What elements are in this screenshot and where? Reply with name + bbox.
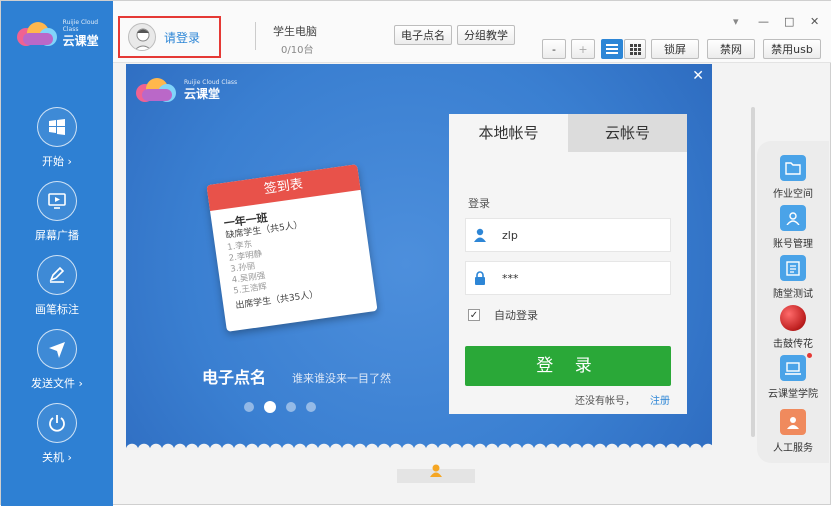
login-link[interactable]: 请登录	[164, 29, 200, 46]
tab-cloud-account[interactable]: 云帐号	[568, 114, 687, 152]
sidebar-item-start[interactable]: 开始 ›	[1, 107, 113, 169]
password-value: ***	[502, 271, 519, 285]
toolbar-item-quiz[interactable]: 随堂测试	[757, 255, 829, 300]
header: 请登录 学生电脑 0/10台 电子点名 分组教学 - + 锁屏 禁网 禁用usb…	[113, 1, 831, 63]
logo-en-text: Ruijie Cloud Class	[62, 19, 99, 33]
sidebar-item-screen-broadcast[interactable]: 屏幕广播	[1, 181, 113, 243]
dialog-close-button[interactable]: ✕	[692, 68, 704, 84]
carousel-dot-active[interactable]	[264, 401, 276, 413]
logo-cn-text: 云课堂	[62, 34, 99, 48]
grid-view-icon	[629, 43, 641, 55]
windows-icon	[37, 107, 77, 147]
notification-dot	[807, 353, 812, 358]
disable-network-button[interactable]: 禁网	[707, 39, 755, 59]
sidebar-item-label: 屏幕广播	[35, 229, 79, 242]
toolbar-item-cloud-academy[interactable]: 云课堂学院	[757, 353, 829, 400]
no-account-text: 还没有帐号，	[575, 396, 635, 407]
sidebar-item-pen-annotate[interactable]: 画笔标注	[1, 255, 113, 317]
checkbox-check-icon: ✓	[468, 309, 480, 321]
login-prompt[interactable]: 请登录	[118, 16, 221, 58]
toolbar-item-pass-flower[interactable]: 击鼓传花	[757, 305, 829, 350]
sidebar-item-label: 画笔标注	[35, 303, 79, 316]
app-window: Ruijie Cloud Class 云课堂 开始 › 屏幕广播 画笔标注 发送…	[0, 0, 831, 506]
minimize-button[interactable]: —	[758, 15, 769, 28]
auto-login-label: 自动登录	[494, 309, 538, 322]
feature-subtitle: 谁来谁没来一目了然	[292, 372, 391, 385]
maximize-button[interactable]: □	[784, 15, 794, 28]
zoom-in-button[interactable]: +	[571, 39, 595, 59]
person-icon	[430, 464, 442, 477]
login-dialog: Ruijie Cloud Class 云课堂 ✕ 签到表 一年一班 缺席学生（共…	[126, 64, 712, 450]
grid-view-button[interactable]	[624, 39, 646, 59]
auto-login-checkbox[interactable]: ✓ 自动登录	[468, 307, 538, 323]
service-icon	[780, 409, 806, 435]
bottom-handle[interactable]	[397, 464, 475, 483]
user-icon	[780, 205, 806, 231]
app-logo: Ruijie Cloud Class 云课堂	[15, 19, 113, 47]
roll-call-button[interactable]: 电子点名	[394, 25, 452, 45]
carousel-dot[interactable]	[286, 402, 296, 412]
carousel-dot[interactable]	[306, 402, 316, 412]
toolbar-item-label: 随堂测试	[773, 289, 813, 300]
logo-en-text: Ruijie Cloud Class	[184, 78, 238, 86]
ball-icon	[780, 305, 806, 331]
laptop-icon	[780, 353, 812, 381]
list-view-button[interactable]	[601, 39, 623, 59]
register-link[interactable]: 注册	[650, 392, 670, 407]
user-icon	[466, 228, 494, 242]
power-icon	[37, 403, 77, 443]
cloud-logo-icon	[15, 20, 57, 46]
toolbar-item-homework[interactable]: 作业空间	[757, 155, 829, 200]
password-field[interactable]: ***	[465, 261, 671, 295]
feature-title: 电子点名	[202, 368, 267, 387]
pen-icon	[37, 255, 77, 295]
folder-icon	[780, 155, 806, 181]
login-button[interactable]: 登 录	[465, 346, 671, 386]
attendance-card: 签到表 一年一班 缺席学生（共5人） 1.李东 2.李明静 3.孙丽 4.吴刚强…	[206, 164, 378, 332]
zoom-out-button[interactable]: -	[542, 39, 566, 59]
toolbar-item-label: 击鼓传花	[773, 339, 813, 350]
logo-cn-text: 云课堂	[184, 86, 221, 101]
login-label: 登录	[468, 197, 490, 210]
sidebar-item-send-file[interactable]: 发送文件 ›	[1, 329, 113, 391]
monitor-play-icon	[37, 181, 77, 221]
carousel-dot[interactable]	[244, 402, 254, 412]
carousel-dots	[244, 401, 316, 413]
toolbar-item-label: 云课堂学院	[768, 389, 818, 400]
group-teaching-button[interactable]: 分组教学	[457, 25, 515, 45]
sidebar-item-label: 关机 ›	[42, 451, 72, 464]
toolbar-item-human-service[interactable]: 人工服务	[757, 409, 829, 454]
quiz-icon	[780, 255, 806, 281]
toolbar-item-label: 作业空间	[773, 189, 813, 200]
avatar	[128, 23, 156, 51]
lock-screen-button[interactable]: 锁屏	[651, 39, 699, 59]
close-window-button[interactable]: ✕	[810, 15, 819, 28]
toolbar-item-label: 账号管理	[773, 239, 813, 250]
student-pc-title: 学生电脑	[273, 25, 317, 38]
list-view-icon	[606, 44, 618, 54]
divider	[255, 22, 256, 50]
toolbar-item-label: 人工服务	[773, 443, 813, 454]
student-pc-count: 0/10台	[281, 45, 314, 56]
login-panel: 本地帐号 云帐号 登录 zlp *** ✓ 自动登录 登 录 还没有帐号， 注册	[449, 114, 687, 414]
sidebar-item-label: 开始 ›	[42, 155, 72, 168]
lock-icon	[466, 271, 494, 285]
username-value: zlp	[502, 228, 518, 242]
cloud-logo-icon	[134, 76, 178, 102]
wave-divider	[126, 440, 712, 450]
tab-local-account[interactable]: 本地帐号	[449, 114, 568, 152]
scrollbar[interactable]	[751, 107, 755, 437]
username-field[interactable]: zlp	[465, 218, 671, 252]
dialog-logo: Ruijie Cloud Class 云课堂	[134, 76, 237, 102]
sidebar-item-label: 发送文件 ›	[31, 377, 83, 390]
menu-dropdown-icon[interactable]: ▾	[733, 15, 739, 28]
sidebar-item-shutdown[interactable]: 关机 ›	[1, 403, 113, 465]
sidebar: Ruijie Cloud Class 云课堂 开始 › 屏幕广播 画笔标注 发送…	[1, 1, 113, 506]
disable-usb-button[interactable]: 禁用usb	[763, 39, 821, 59]
send-icon	[37, 329, 77, 369]
toolbar-item-account-manage[interactable]: 账号管理	[757, 205, 829, 250]
right-toolbar: 作业空间 账号管理 随堂测试 击鼓传花 云课堂学院 人工服务	[757, 141, 829, 463]
